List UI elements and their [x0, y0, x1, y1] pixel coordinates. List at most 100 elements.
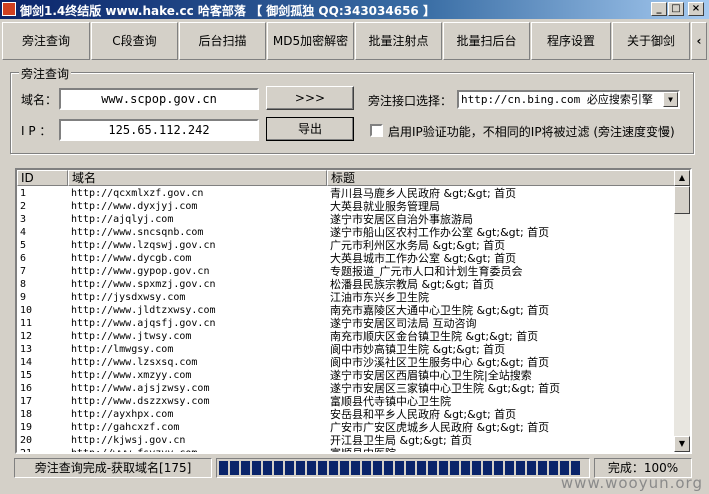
tab-bar: 旁注查询 C段查询 后台扫描 MD5加密解密 批量注射点 批量扫后台 程序设置 … [0, 20, 709, 61]
tab-about[interactable]: 关于御剑 [612, 22, 690, 60]
progress-segment [417, 461, 426, 475]
minimize-button[interactable]: _ [651, 2, 667, 16]
cell-title: 开江县卫生局 &gt;&gt; 首页 [330, 434, 473, 447]
cell-title: 富顺县中医院 [330, 447, 396, 454]
tab-settings[interactable]: 程序设置 [531, 22, 611, 60]
table-row[interactable]: 6 http://www.dycgb.com 大英县城市工作办公室 &gt;&gt;… [17, 252, 675, 265]
progress-segment [285, 461, 294, 475]
progress-segment [406, 461, 415, 475]
tab-md5[interactable]: MD5加密解密 [267, 22, 354, 60]
table-row[interactable]: 14 http://www.lzsxsq.com 阆中市沙溪社区卫生服务中心 &gt… [17, 356, 675, 369]
scroll-up-icon[interactable]: ▲ [674, 170, 690, 186]
tab-batch-admin[interactable]: 批量扫后台 [443, 22, 530, 60]
cell-id: 20 [20, 435, 33, 446]
cell-title: 遂宁市船山区农村工作办公室 &gt;&gt; 首页 [330, 226, 550, 239]
cell-domain: http://www.ajqsfj.gov.cn [71, 318, 216, 329]
chevron-down-icon[interactable]: ▼ [663, 92, 678, 107]
progress-segment [483, 461, 492, 475]
table-row[interactable]: 18 http://ayxhpx.com 安岳县和平乡人民政府 &gt;&gt; 首… [17, 408, 675, 421]
cell-id: 4 [20, 227, 27, 238]
cell-title: 遂宁市安居区西眉镇中心卫生院|全站搜索 [330, 369, 532, 382]
go-button[interactable]: >>> [266, 86, 354, 110]
table-row[interactable]: 4 http://www.sncsqnb.com 遂宁市船山区农村工作办公室 &gt… [17, 226, 675, 239]
tab-scroll-left-icon[interactable]: ‹ [691, 22, 707, 60]
column-header-domain[interactable]: 域名 [68, 170, 327, 186]
table-row[interactable]: 20 http://kjwsj.gov.cn 开江县卫生局 &gt;&gt; 首页 [17, 434, 675, 447]
cell-id: 5 [20, 240, 27, 251]
table-row[interactable]: 12 http://www.jtwsy.com 南充市顺庆区金台镇卫生院 &gt;&… [17, 330, 675, 343]
table-row[interactable]: 2 http://www.dyxjyj.com 大英县就业服务管理局 [17, 200, 675, 213]
cell-domain: http://lmwgsy.com [71, 344, 174, 355]
tab-c-segment[interactable]: C段查询 [91, 22, 178, 60]
cell-id: 17 [20, 396, 33, 407]
cell-id: 13 [20, 344, 33, 355]
cell-domain: http://www.lzsxsq.com [71, 357, 198, 368]
cell-title: 大英县就业服务管理局 [330, 200, 440, 213]
export-button[interactable]: 导出 [266, 117, 354, 141]
cell-id: 11 [20, 318, 33, 329]
api-select[interactable]: http://cn.bing.com 必应搜索引擎 ▼ [457, 90, 680, 109]
progress-segment [373, 461, 382, 475]
progress-segment [307, 461, 316, 475]
table-row[interactable]: 10 http://www.jldtzxwsy.com 南充市嘉陵区大通中心卫生院 … [17, 304, 675, 317]
progress-segment [560, 461, 569, 475]
table-row[interactable]: 3 http://ajqlyj.com 遂宁市安居区自治外事旅游局 [17, 213, 675, 226]
cell-title: 松潘县民族宗教局 &gt;&gt; 首页 [330, 278, 495, 291]
results-table[interactable]: ID 域名 标题 1 http://qcxmlxzf.gov.cn 青川县马鹿乡人民… [15, 168, 692, 454]
cell-title: 遂宁市安居区三家镇中心卫生院 &gt;&gt; 首页 [330, 382, 561, 395]
app-icon [2, 2, 16, 16]
side-query-panel: 旁注查询 [10, 65, 694, 154]
ip-verify-checkbox[interactable] [370, 124, 383, 137]
close-button[interactable]: × [688, 2, 704, 16]
scroll-down-icon[interactable]: ▼ [674, 436, 690, 452]
cell-id: 12 [20, 331, 33, 342]
table-row[interactable]: 1 http://qcxmlxzf.gov.cn 青川县马鹿乡人民政府 &gt;&g… [17, 187, 675, 200]
progress-segment [494, 461, 503, 475]
domain-input[interactable]: www.scpop.gov.cn [59, 88, 259, 110]
table-row[interactable]: 15 http://www.xmzyy.com 遂宁市安居区西眉镇中心卫生院|全站搜… [17, 369, 675, 382]
table-row[interactable]: 17 http://www.dszzxwsy.com 富顺县代寺镇中心卫生院 [17, 395, 675, 408]
tab-side-query[interactable]: 旁注查询 [2, 22, 90, 60]
cell-title: 阆中市妙高镇卫生院 &gt;&gt; 首页 [330, 343, 506, 356]
ip-verify-label: 启用IP验证功能，不相同的IP将被过滤 (旁注速度变慢) [388, 125, 675, 139]
progress-segment [527, 461, 536, 475]
table-row[interactable]: 21 http://www.fsyzyy.com 富顺县中医院 [17, 447, 675, 454]
progress-segment [395, 461, 404, 475]
status-text: 旁注查询完成-获取域名[175] [14, 458, 212, 478]
table-row[interactable]: 16 http://www.ajsjzwsy.com 遂宁市安居区三家镇中心卫生院 … [17, 382, 675, 395]
cell-id: 9 [20, 292, 27, 303]
table-row[interactable]: 5 http://www.lzqswj.gov.cn 广元市利州区水务局 &gt;&… [17, 239, 675, 252]
column-header-title[interactable]: 标题 [327, 170, 675, 186]
cell-title: 阆中市沙溪社区卫生服务中心 &gt;&gt; 首页 [330, 356, 550, 369]
maximize-button[interactable]: □ [668, 2, 684, 16]
tab-admin-scan[interactable]: 后台扫描 [179, 22, 266, 60]
progress-segment [351, 461, 360, 475]
vertical-scrollbar[interactable]: ▲ ▼ [674, 170, 690, 452]
cell-title: 专题报道_广元市人口和计划生育委员会 [330, 265, 523, 278]
cell-id: 18 [20, 409, 33, 420]
column-header-id[interactable]: ID [17, 170, 68, 186]
cell-id: 14 [20, 357, 33, 368]
cell-title: 青川县马鹿乡人民政府 &gt;&gt; 首页 [330, 187, 517, 200]
table-row[interactable]: 9 http://jysdxwsy.com 江油市东兴乡卫生院 [17, 291, 675, 304]
progress-segment [538, 461, 547, 475]
table-row[interactable]: 11 http://www.ajqsfj.gov.cn 遂宁市安居区司法局 互动咨询 [17, 317, 675, 330]
table-row[interactable]: 8 http://www.spxmzj.gov.cn 松潘县民族宗教局 &gt;&g… [17, 278, 675, 291]
progress-segment [252, 461, 261, 475]
ip-input[interactable]: 125.65.112.242 [59, 119, 259, 141]
progress-segment [318, 461, 327, 475]
table-row[interactable]: 13 http://lmwgsy.com 阆中市妙高镇卫生院 &gt;&gt; 首页 [17, 343, 675, 356]
cell-id: 1 [20, 188, 27, 199]
table-row[interactable]: 19 http://gahcxzf.com 广安市广安区虎城乡人民政府 &gt;&g… [17, 421, 675, 434]
cell-id: 3 [20, 214, 27, 225]
scroll-thumb[interactable] [674, 186, 690, 214]
progress-segment [472, 461, 481, 475]
table-row[interactable]: 7 http://www.gypop.gov.cn 专题报道_广元市人口和计划生育委… [17, 265, 675, 278]
cell-title: 大英县城市工作办公室 &gt;&gt; 首页 [330, 252, 517, 265]
tab-batch-injection[interactable]: 批量注射点 [355, 22, 442, 60]
domain-label: 域名： [21, 93, 58, 107]
cell-id: 21 [20, 448, 33, 454]
progress-segment [230, 461, 239, 475]
cell-domain: http://www.gypop.gov.cn [71, 266, 210, 277]
progress-segment [274, 461, 283, 475]
